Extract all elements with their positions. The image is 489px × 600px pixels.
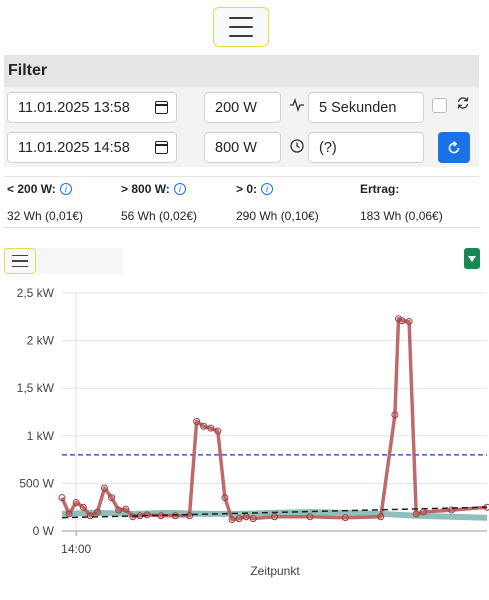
stat-label-below-lower: < 200 W: i [7,182,72,196]
series-line [60,316,488,522]
refresh-button[interactable] [438,132,470,163]
clock-icon [290,139,304,153]
chart-toolbar [36,248,123,274]
start-datetime-field[interactable]: 11.01.2025 13:58 [7,92,177,123]
stat-value-yield: 183 Wh (0,06€) [360,209,443,223]
info-icon[interactable]: i [173,183,186,195]
caret-down-icon [468,255,476,262]
chart-menu-button[interactable] [4,248,36,274]
sync-icon [457,97,469,109]
y-tick-label: 2 kW [27,334,55,348]
y-tick-label: 0 W [33,524,55,538]
stat-label-above-zero: > 0: i [236,182,274,196]
chart-options-dropdown[interactable] [464,248,480,269]
y-tick-label: 1,5 kW [17,381,55,395]
calendar-icon[interactable] [155,101,168,114]
energy-stats: < 200 W: i > 800 W: i > 0: i Ertrag: 32 … [4,176,479,228]
end-datetime-field[interactable]: 11.01.2025 14:58 [7,132,177,163]
y-tick-label: 1 kW [27,429,55,443]
y-tick-label: 2,5 kW [17,286,55,300]
pulse-icon [290,98,304,112]
stat-value-above-zero: 290 Wh (0,10€) [236,209,319,223]
stat-label-above-upper: > 800 W: i [121,182,186,196]
time-field[interactable]: (?) [308,132,424,163]
power-chart: 0 W 500 W 1 kW 1,5 kW 2 kW 2,5 kW 14:00 Zeitpun… [17,286,489,578]
upper-threshold-field[interactable]: 800 W [204,132,281,163]
filter-heading: Filter [4,55,479,87]
stat-value-above-upper: 56 Wh (0,02€) [121,209,198,223]
refresh-icon [448,140,460,153]
x-axis-label: Zeitpunkt [250,564,300,578]
info-icon[interactable]: i [261,183,274,195]
y-tick-label: 500 W [19,476,54,490]
info-icon[interactable]: i [59,183,72,195]
calendar-icon[interactable] [155,141,168,154]
auto-refresh-checkbox[interactable] [432,98,447,113]
hamburger-icon [12,254,28,257]
hamburger-icon [229,17,253,19]
stat-value-below-lower: 32 Wh (0,01€) [7,209,84,223]
stat-label-yield: Ertrag: [360,182,400,196]
main-menu-button[interactable] [213,7,269,47]
x-tick-label: 14:00 [61,542,91,556]
interval-field[interactable]: 5 Sekunden [308,92,424,123]
lower-threshold-field[interactable]: 200 W [204,92,281,123]
